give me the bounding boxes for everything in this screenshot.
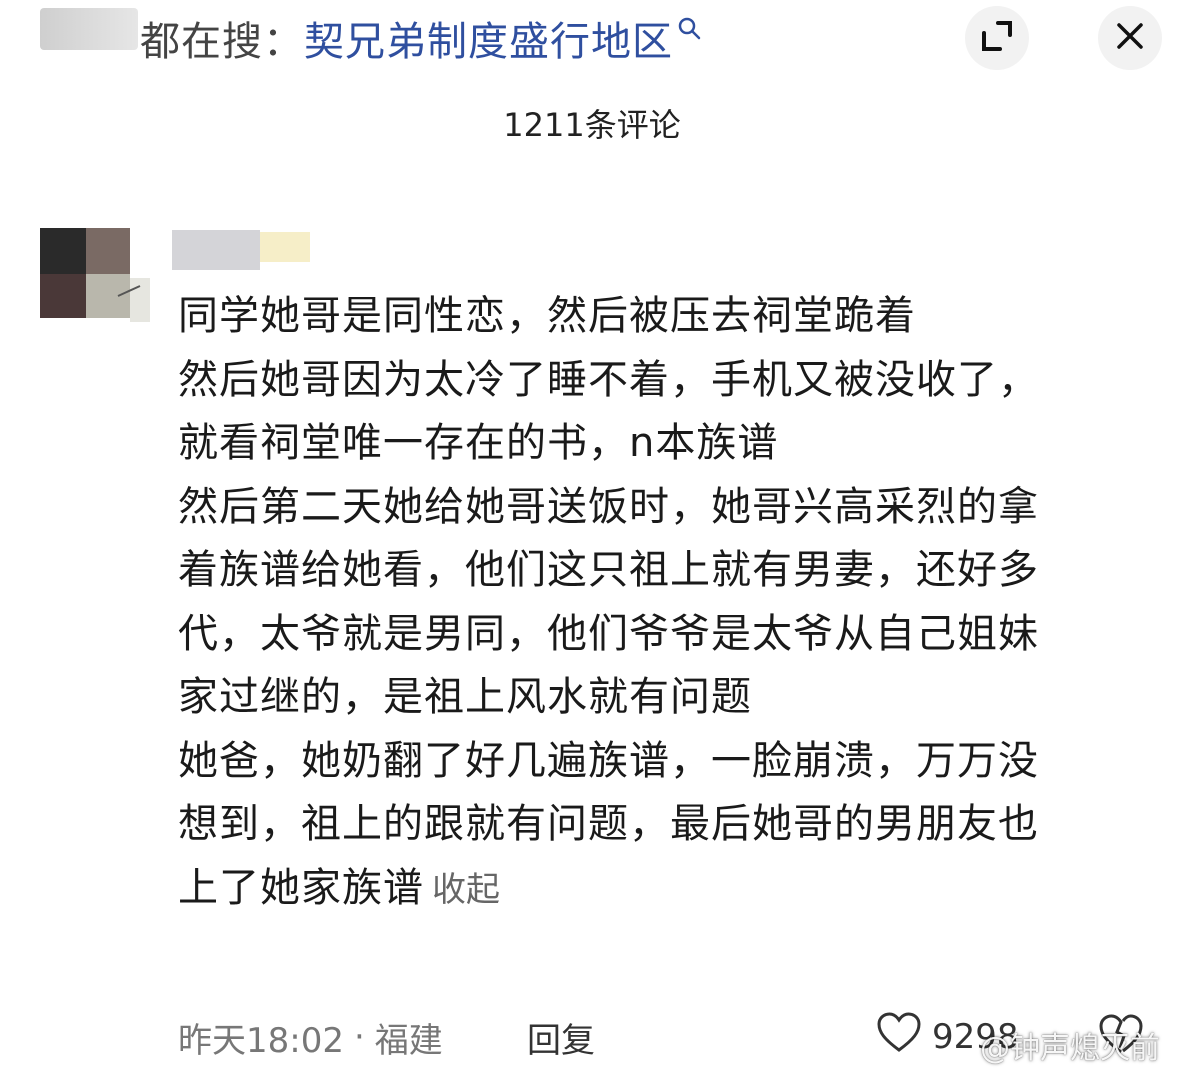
comment-line: 代，太爷就是男同，他们爷爷是太爷从自己姐妹 [178,610,1039,657]
comment-location: 福建 [374,1020,443,1061]
hot-search-banner[interactable]: 都在搜： 契兄弟制度盛行地区 [140,10,703,66]
search-icon[interactable] [677,16,703,42]
blurred-back-area [40,8,138,50]
comment-line: 想到，祖上的跟就有问题，最后她哥的男朋友也 [178,801,1039,847]
comment-text: 同学她哥是同性恋，然后被压去祠堂跪着 然后她哥因为太冷了睡不着，手机又被没收了，… [178,285,1148,922]
watermark: @钟声熄灭前 [980,1031,1160,1066]
expand-button[interactable] [965,6,1029,70]
meta-separator: · [353,1017,365,1057]
comment-line: 着族谱给她看，他们这只祖上就有男妻，还好多 [178,547,1039,593]
close-icon [1115,21,1145,55]
comment-line: 然后她哥因为太冷了睡不着，手机又被没收了， [178,356,1039,403]
comment-line-last: 上了她家族谱 收起 [178,857,1148,923]
heart-icon [876,1011,932,1063]
reply-button[interactable]: 回复 [527,1012,595,1062]
hot-search-term[interactable]: 契兄弟制度盛行地区 [304,9,673,67]
blurred-username[interactable] [172,230,310,270]
comment-time: 昨天18:02 [178,1020,344,1061]
comment-line: 家过继的，是祖上风水就有问题 [178,674,752,720]
comment-count-title: 1211条评论 [503,106,681,144]
comment-line: 同学她哥是同性恋，然后被压去祠堂跪着 [178,293,916,339]
comment-meta: 昨天18:02 · 福建 [178,1012,443,1062]
close-button[interactable] [1098,6,1162,70]
comment-line: 然后第二天她给她哥送饭时，她哥兴高采烈的拿 [178,483,1039,530]
comment-line-text: 上了她家族谱 [178,864,424,911]
expand-icon [980,19,1014,57]
collapse-link[interactable]: 收起 [432,870,500,910]
hot-search-prefix: 都在搜： [140,19,304,65]
avatar[interactable] [40,228,150,324]
comment-line: 她爸，她奶翻了好几遍族谱，一脸崩溃，万万没 [178,737,1039,784]
comment-line: 就看祠堂唯一存在的书，n本族谱 [178,420,779,466]
